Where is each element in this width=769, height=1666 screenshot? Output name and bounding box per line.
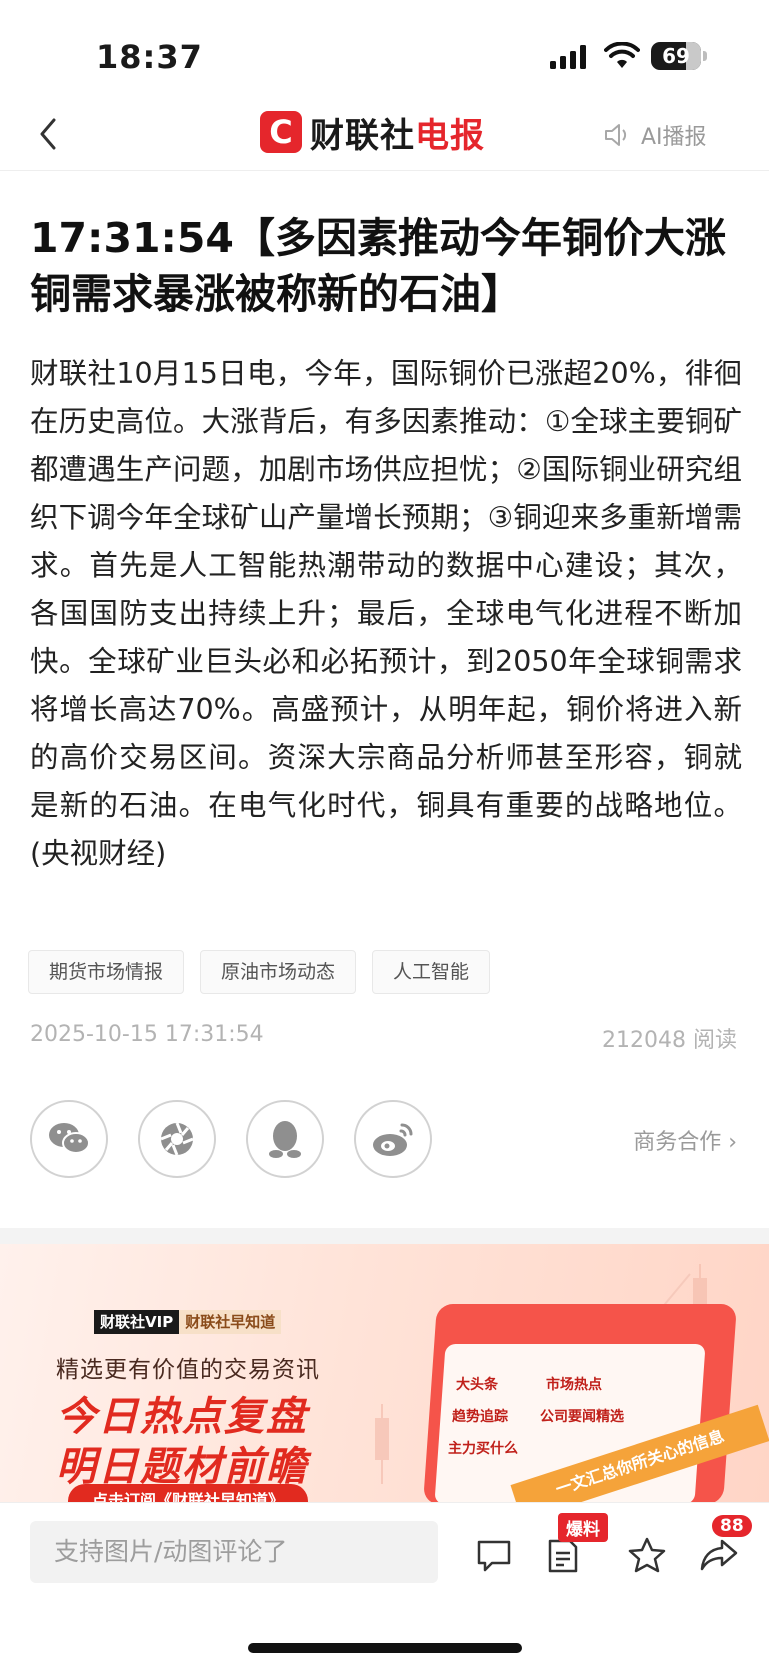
speaker-icon xyxy=(605,124,627,146)
share-count-badge: 88 xyxy=(712,1515,752,1537)
business-cooperation-link[interactable]: 商务合作 › xyxy=(633,1124,737,1156)
battery-indicator: 69 xyxy=(651,42,701,70)
comment-input[interactable]: 支持图片/动图评论了 xyxy=(30,1521,438,1583)
battery-nub xyxy=(703,51,707,61)
section-divider xyxy=(0,1228,769,1244)
home-indicator xyxy=(248,1643,522,1653)
wechat-icon xyxy=(49,1123,90,1154)
status-time: 18:37 xyxy=(96,38,203,76)
wifi-icon xyxy=(604,42,640,68)
star-favorite-icon[interactable] xyxy=(627,1535,667,1575)
promo-banner[interactable]: 财联社VIP 财联社早知道 精选更有价值的交易资讯 今日热点复盘 明日题材前瞻 点… xyxy=(0,1244,769,1502)
ai-broadcast-label: AI播报 xyxy=(641,125,707,150)
share-moments-button[interactable] xyxy=(138,1100,216,1178)
status-bar: 18:37 69 xyxy=(0,0,769,100)
logo-mark: C xyxy=(260,111,302,153)
article-headline: 17:31:54【多因素推动今年铜价大涨 铜需求暴涨被称新的石油】 xyxy=(30,214,726,318)
publish-date: 2025-10-15 17:31:54 xyxy=(30,1022,264,1047)
moments-icon xyxy=(160,1122,194,1156)
banner-subtitle: 精选更有价值的交易资讯 xyxy=(56,1357,320,1383)
banner-item: 趋势追踪 xyxy=(452,1409,508,1425)
back-arrow-icon[interactable] xyxy=(30,110,70,158)
logo-text: 财联社电报 xyxy=(310,115,485,156)
read-count: 212048 阅读 xyxy=(602,1028,737,1053)
tag-ai[interactable]: 人工智能 xyxy=(372,950,491,994)
banner-item: 大头条 xyxy=(456,1377,498,1393)
tip-badge: 爆料 xyxy=(558,1513,608,1542)
navigation-bar: C 财联社电报 AI播报 xyxy=(0,100,769,171)
qq-icon xyxy=(269,1121,301,1158)
battery-level: 69 xyxy=(662,44,690,68)
weibo-icon xyxy=(373,1123,413,1156)
bottom-action-bar: 支持图片/动图评论了 爆料 88 xyxy=(0,1502,769,1666)
share-arrow-icon[interactable] xyxy=(698,1535,740,1575)
cellular-signal-icon xyxy=(550,45,586,69)
subscribe-button[interactable]: 点击订阅《财联社早知道》 xyxy=(68,1484,308,1502)
article-body: 财联社10月15日电，今年，国际铜价已涨超20%，徘徊在历史高位。大涨背后，有多… xyxy=(30,357,742,870)
banner-item: 市场热点 xyxy=(546,1377,602,1393)
tag-futures[interactable]: 期货市场情报 xyxy=(28,950,185,994)
comment-icon[interactable] xyxy=(474,1535,514,1575)
app-logo: C 财联社电报 xyxy=(260,105,485,159)
share-qq-button[interactable] xyxy=(246,1100,324,1178)
tag-crude-oil[interactable]: 原油市场动态 xyxy=(200,950,357,994)
vip-tag: 财联社VIP 财联社早知道 xyxy=(94,1310,282,1334)
banner-item: 主力买什么 xyxy=(448,1441,518,1457)
banner-item: 公司要闻精选 xyxy=(540,1409,624,1425)
share-weibo-button[interactable] xyxy=(354,1100,432,1178)
ai-broadcast-button[interactable]: AI播报 xyxy=(603,115,707,155)
tag-list: 期货市场情报 原油市场动态 人工智能 xyxy=(28,950,491,994)
share-wechat-button[interactable] xyxy=(30,1100,108,1178)
